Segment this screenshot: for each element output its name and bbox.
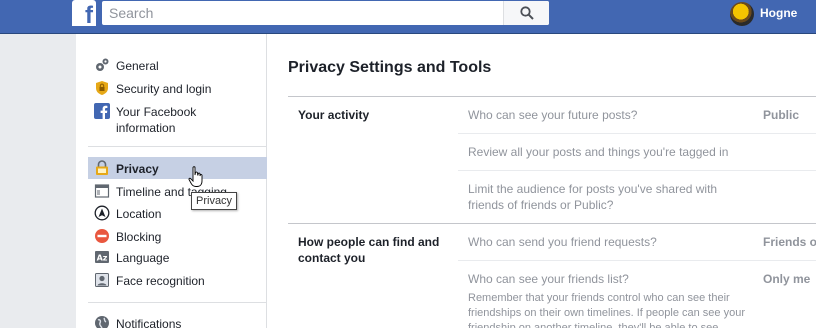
title-divider [288,96,816,97]
sidebar-item-label: Security and login [116,82,212,96]
search-icon [520,6,534,20]
sidebar-divider [88,146,267,147]
setting-question[interactable]: Review all your posts and things you're … [468,144,768,160]
sidebar-item-label: Notifications [116,317,182,328]
tooltip: Privacy [191,192,238,210]
search-button[interactable] [503,1,549,25]
sidebar-item-label: Blocking [116,230,162,244]
timeline-icon [94,184,110,198]
sidebar-item-label: Language [116,251,170,265]
avatar [730,2,754,26]
setting-value[interactable]: Public [763,107,799,123]
sidebar-item-label: Location [116,207,162,221]
sidebar-item-location[interactable]: Location [88,202,267,224]
shield-icon [96,81,108,95]
setting-note: Remember that your friends control who c… [468,292,745,328]
sidebar-item-security[interactable]: Security and login [88,77,267,99]
sidebar-item-label: Face recognition [116,274,205,288]
sidebar-item-general[interactable]: General [88,54,267,76]
sidebar-item-notifications[interactable]: Notifications [88,312,267,328]
svg-text:Az: Az [97,254,108,263]
face-recognition-icon [95,273,109,287]
setting-question[interactable]: Who can see your future posts? [468,107,748,123]
page-title: Privacy Settings and Tools [288,59,492,76]
sidebar-item-label: General [116,59,159,73]
globe-icon [95,316,109,328]
row-divider [458,133,816,134]
setting-value[interactable]: Friends of [763,234,816,250]
sidebar-item-privacy[interactable]: Privacy [88,157,267,179]
lock-icon [96,160,108,175]
row-divider [458,260,816,261]
user-name: Hogne [760,6,798,20]
section-label-find-and-contact: How people can find and contact you [298,235,440,265]
settings-page: General Security and login Your Facebook… [76,34,816,328]
section-divider [288,223,816,224]
search-box [102,1,549,25]
privacy-settings-panel: Privacy Settings and Tools Your activity… [268,34,816,328]
gear-icon [96,58,109,71]
setting-question[interactable]: Limit the audience for posts you've shar… [468,181,738,213]
facebook-icon [94,103,110,119]
sidebar-item-label: Your Facebook information [116,105,197,135]
setting-question[interactable]: Who can send you friend requests? [468,234,748,250]
setting-question[interactable]: Who can see your friends list? [468,271,748,287]
sidebar-item-blocking[interactable]: Blocking [88,225,267,247]
sidebar-item-language[interactable]: Az Language [88,246,267,268]
location-icon [94,205,110,221]
setting-value[interactable]: Only me [763,271,810,287]
settings-sidebar: General Security and login Your Facebook… [76,34,267,328]
sidebar-item-label: Privacy [116,162,159,176]
sidebar-item-your-facebook-information[interactable]: Your Facebook information [88,100,267,136]
block-icon [95,229,109,243]
sidebar-item-face-recognition[interactable]: Face recognition [88,269,267,291]
row-divider [458,170,816,171]
top-bar: f Hogne [0,0,816,34]
facebook-logo-icon[interactable]: f [72,0,96,28]
mouse-pointer-icon [188,166,203,187]
language-icon: Az [95,251,109,263]
sidebar-item-timeline-and-tagging[interactable]: Timeline and tagging [88,180,267,202]
section-label-your-activity: Your activity [298,108,370,122]
search-input[interactable] [102,1,502,25]
sidebar-divider [88,302,267,303]
